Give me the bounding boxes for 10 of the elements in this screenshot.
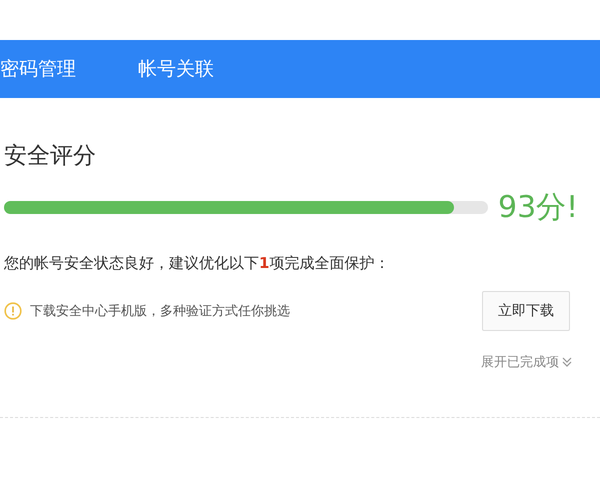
double-chevron-icon: [562, 356, 572, 368]
nav-tab[interactable]: 密码管理: [0, 56, 76, 82]
score-reading: 93分!: [498, 189, 578, 227]
warning-icon: [4, 302, 22, 320]
download-button[interactable]: 立即下载: [482, 291, 570, 331]
task-text: 下载安全中心手机版，多种验证方式任你挑选: [30, 303, 291, 320]
summary-text: 您的帐号安全状态良好，建议优化以下1项完成全面保护：: [4, 254, 390, 273]
expand-link[interactable]: 展开已完成项: [481, 353, 572, 371]
nav-tab[interactable]: 帐号关联: [138, 56, 214, 82]
section-title: 安全评分: [4, 142, 97, 171]
